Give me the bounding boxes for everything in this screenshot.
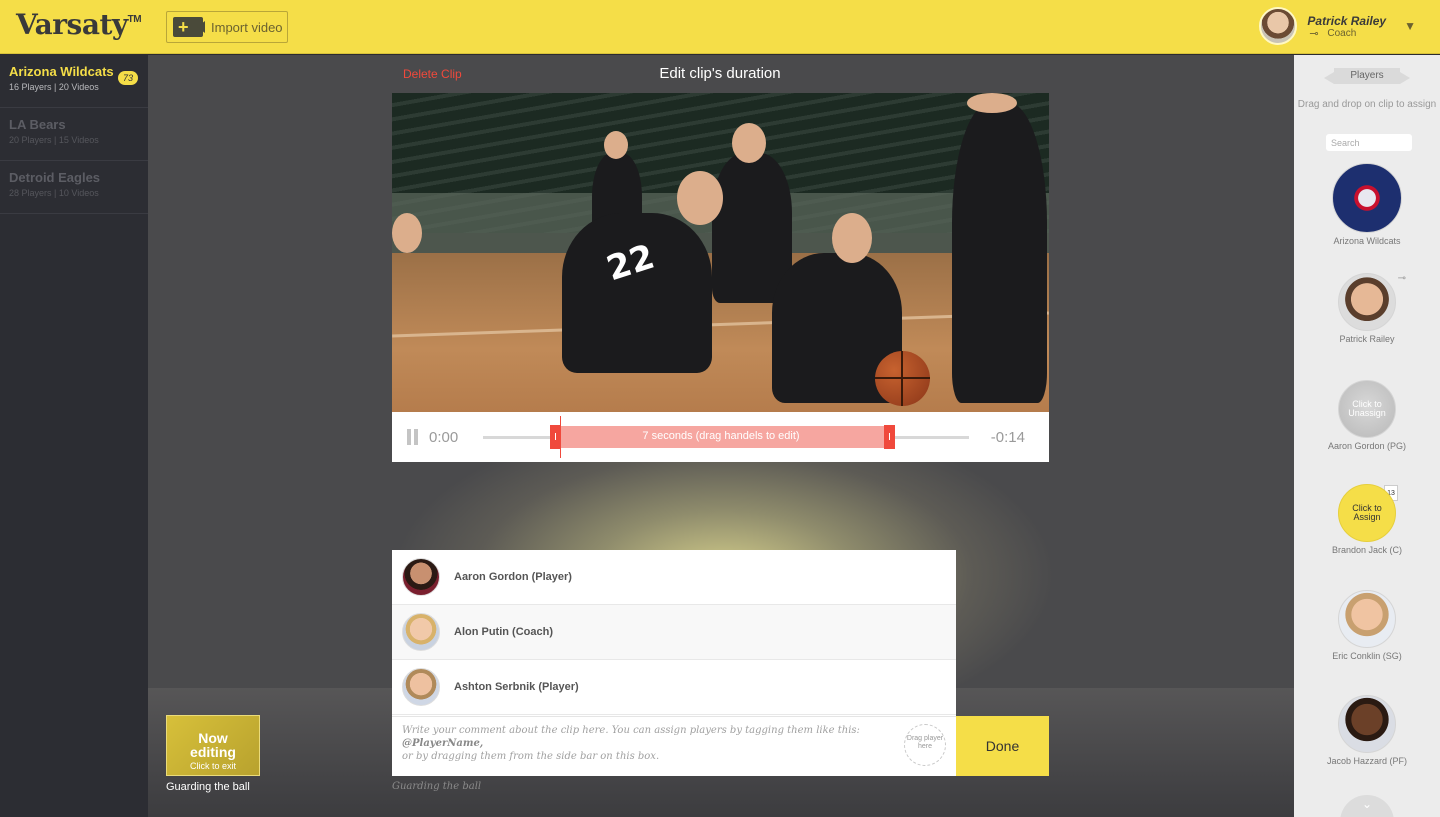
- clip-range[interactable]: 7 seconds (drag handels to edit): [551, 426, 891, 448]
- roster-label: Patrick Railey: [1339, 334, 1395, 344]
- tag-suggestion-item[interactable]: Alon Putin (Coach): [392, 605, 956, 660]
- avatar: [1338, 273, 1396, 331]
- now-editing-title: Now editing: [190, 730, 236, 760]
- user-name: Patrick Railey: [1307, 13, 1387, 28]
- whistle-icon: ⊸: [1397, 273, 1406, 284]
- player-head: [732, 123, 766, 163]
- clip-caption: Guarding the ball: [392, 781, 482, 792]
- roster-label: Brandon Jack (C): [1331, 545, 1403, 555]
- roster-label: Eric Conklin (SG): [1332, 651, 1402, 661]
- player-head: [967, 93, 1017, 113]
- avatar: Click to Assign: [1338, 484, 1396, 542]
- unassign-overlay[interactable]: Click to Unassign: [1339, 400, 1395, 418]
- team-meta: 20 Players | 15 Videos: [9, 135, 99, 145]
- team-meta: 28 Players | 10 Videos: [9, 188, 99, 198]
- avatar: [402, 613, 440, 651]
- clip-end-handle[interactable]: [884, 425, 895, 449]
- done-button[interactable]: Done: [956, 716, 1049, 776]
- notification-badge: 73: [117, 71, 138, 85]
- playhead[interactable]: [560, 416, 561, 458]
- players-tab[interactable]: Players: [1324, 68, 1410, 84]
- video-camera-icon: +: [173, 17, 205, 37]
- now-editing-thumbnail[interactable]: Now editing Click to exit: [166, 715, 260, 776]
- roster-item-team[interactable]: Arizona Wildcats: [1294, 163, 1440, 246]
- basketball: [875, 351, 930, 406]
- avatar: Click to Unassign: [1338, 380, 1396, 438]
- roster-label: Arizona Wildcats: [1333, 236, 1401, 246]
- player-search-input[interactable]: [1326, 134, 1412, 151]
- drag-hint: Drag and drop on clip to assign: [1297, 99, 1437, 110]
- player-head: [832, 213, 872, 263]
- editor-title: Edit clip's duration: [659, 65, 781, 82]
- team-item-la-bears[interactable]: LA Bears 20 Players | 15 Videos: [0, 108, 148, 161]
- player-head: [677, 171, 723, 225]
- user-menu[interactable]: Patrick Railey Coach ▼: [1259, 7, 1416, 45]
- player-head: [604, 131, 628, 159]
- chevron-down-icon: ⌄: [1361, 797, 1373, 811]
- scroll-down-button[interactable]: ⌄: [1340, 795, 1394, 817]
- roster-label: Jacob Hazzard (PF): [1326, 756, 1408, 766]
- roster-item-player[interactable]: ⊸ Patrick Railey: [1294, 273, 1440, 344]
- avatar: [1338, 695, 1396, 753]
- team-item-arizona-wildcats[interactable]: Arizona Wildcats 16 Players | 20 Videos …: [0, 55, 148, 108]
- app-logo[interactable]: VarsatyTM: [16, 8, 142, 41]
- top-bar: VarsatyTM + Import video Patrick Railey …: [0, 0, 1440, 54]
- assign-overlay[interactable]: Click to Assign: [1339, 504, 1395, 522]
- team-name: LA Bears: [9, 117, 66, 132]
- roster-item-player[interactable]: 13 Click to Assign Brandon Jack (C): [1294, 484, 1440, 555]
- team-item-detroid-eagles[interactable]: Detroid Eagles 28 Players | 10 Videos: [0, 161, 148, 214]
- tag-suggestion-item[interactable]: Ashton Serbnik (Player): [392, 660, 956, 715]
- team-name: Detroid Eagles: [9, 170, 101, 185]
- comment-box[interactable]: Write your comment about the clip here. …: [392, 716, 956, 776]
- current-time: 0:00: [429, 429, 459, 446]
- player-figure: [562, 213, 712, 373]
- thumbnail-caption: Guarding the ball: [166, 781, 250, 793]
- player-arm: [392, 213, 422, 253]
- tag-name: Alon Putin (Coach): [454, 626, 553, 638]
- avatar: [1338, 590, 1396, 648]
- avatar: [402, 668, 440, 706]
- chevron-down-icon[interactable]: ▼: [1404, 19, 1416, 33]
- tag-name: Aaron Gordon (Player): [454, 571, 572, 583]
- player-figure: [952, 103, 1047, 403]
- tag-name: Ashton Serbnik (Player): [454, 681, 579, 693]
- user-avatar: [1259, 7, 1298, 45]
- players-sidebar: Players Drag and drop on clip to assign …: [1294, 55, 1440, 817]
- clip-duration-label: 7 seconds (drag handels to edit): [642, 430, 800, 442]
- delete-clip-button[interactable]: Delete Clip: [403, 67, 462, 81]
- video-frame[interactable]: 22: [392, 93, 1049, 412]
- pause-icon[interactable]: [407, 429, 419, 445]
- avatar: [402, 558, 440, 596]
- import-video-label: Import video: [211, 19, 283, 35]
- comment-input[interactable]: Write your comment about the clip here. …: [402, 724, 892, 763]
- tag-suggestion-item[interactable]: Aaron Gordon (Player): [392, 550, 956, 605]
- video-controls: 0:00 7 seconds (drag handels to edit) -0…: [392, 412, 1049, 462]
- remaining-time: -0:14: [990, 429, 1025, 446]
- import-video-button[interactable]: + Import video: [166, 11, 288, 43]
- roster-label: Aaron Gordon (PG): [1327, 441, 1407, 451]
- team-logo: [1332, 163, 1402, 233]
- tag-suggestions: Aaron Gordon (Player) Alon Putin (Coach)…: [392, 550, 956, 716]
- now-editing-subtitle: Click to exit: [189, 761, 236, 771]
- teams-sidebar: Arizona Wildcats 16 Players | 20 Videos …: [0, 55, 148, 817]
- roster-item-player[interactable]: Jacob Hazzard (PF): [1294, 695, 1440, 766]
- player-drop-zone[interactable]: Drag player here: [904, 724, 946, 766]
- roster-item-player[interactable]: Click to Unassign Aaron Gordon (PG): [1294, 380, 1440, 451]
- user-role: Coach: [1307, 27, 1386, 40]
- roster-item-player[interactable]: Eric Conklin (SG): [1294, 590, 1440, 661]
